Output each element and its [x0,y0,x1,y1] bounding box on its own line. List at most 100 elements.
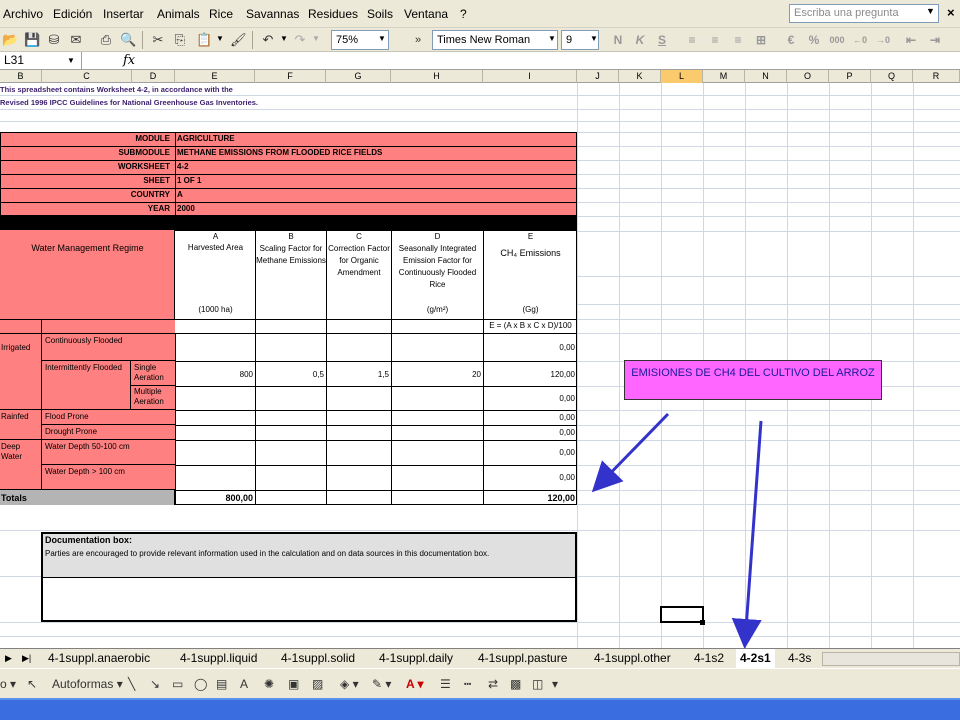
column-header-e[interactable]: E [175,70,255,83]
tab-scroll-first-icon[interactable]: ▶ [5,653,12,664]
column-header-d[interactable]: D [132,70,175,83]
tab-4-3s[interactable]: 4-3s [784,649,815,668]
line-icon[interactable]: ╲ [128,676,135,692]
chevron-down-icon[interactable]: ▼ [280,34,288,43]
column-header-o[interactable]: O [787,70,829,83]
thousands-icon[interactable]: 000 [828,32,846,48]
diagram-icon[interactable]: ✺ [264,676,274,692]
merge-center-icon[interactable]: ⊞ [752,32,770,48]
close-icon[interactable]: × [947,5,955,20]
help-question-input[interactable]: Escriba una pregunta [789,4,939,23]
column-header-h[interactable]: H [391,70,483,83]
tab-4-1s2[interactable]: 4-1s2 [690,649,728,668]
toolbar-options-icon[interactable]: ▾ [552,676,558,692]
undo-icon[interactable]: ↶ [260,32,276,48]
align-center-icon[interactable]: ≡ [706,32,724,48]
draw-menu-fragment[interactable]: o ▾ [0,676,16,692]
align-left-icon[interactable]: ≡ [683,32,701,48]
tab-4-1suppl-other[interactable]: 4-1suppl.other [590,649,675,668]
tab-4-1suppl-anaerobic[interactable]: 4-1suppl.anaerobic [44,649,154,668]
print-preview-icon[interactable]: 🔍 [120,32,136,48]
menu-insertar[interactable]: Insertar [103,7,144,21]
column-header-l[interactable]: L [661,70,703,83]
rectangle-icon[interactable]: ▭ [172,676,183,692]
line-color-icon[interactable]: ✎ ▾ [372,676,391,692]
shadow-icon[interactable]: ▩ [510,676,521,692]
column-header-i[interactable]: I [483,70,577,83]
column-header-g[interactable]: G [326,70,391,83]
bold-icon[interactable]: N [609,32,627,48]
insert-function-icon[interactable]: fx [123,53,135,68]
font-name-select[interactable]: Times New Roman [432,30,558,50]
increase-indent-icon[interactable]: ⇥ [926,32,944,48]
font-color-icon[interactable]: A ▾ [406,676,424,692]
3d-icon[interactable]: ◫ [532,676,543,692]
dash-style-icon[interactable]: ┅ [464,676,471,692]
chevron-down-icon[interactable]: ▼ [548,34,556,43]
tab-scroll-next-icon[interactable]: ▶| [22,653,31,664]
paste-icon[interactable]: 📋 [196,32,212,48]
column-header-k[interactable]: K [619,70,661,83]
arrow-style-icon[interactable]: ⇄ [488,676,498,692]
chevron-down-icon[interactable]: ▼ [590,34,598,43]
cut-icon[interactable]: ✂ [150,32,166,48]
chevron-down-icon[interactable]: ▼ [216,34,224,43]
currency-icon[interactable]: € [782,32,800,48]
autoformas-menu[interactable]: Autoformas ▾ [52,676,123,692]
line-style-icon[interactable]: ☰ [440,676,451,692]
column-header-n[interactable]: N [745,70,787,83]
clipart-icon[interactable]: ▣ [288,676,299,692]
increase-decimal-icon[interactable]: ←0 [851,32,869,48]
menu-animals[interactable]: Animals [157,7,200,21]
copy-icon[interactable]: ⎘ [172,32,188,48]
tab-4-1suppl-daily[interactable]: 4-1suppl.daily [375,649,457,668]
chevron-down-icon[interactable]: ▼ [312,34,320,43]
toolbar-options-icon[interactable]: » [410,32,426,48]
arrow-icon[interactable]: ↘ [150,676,160,692]
tab-4-2s1[interactable]: 4-2s1 [736,649,775,668]
italic-icon[interactable]: K [631,32,649,48]
fill-color-icon[interactable]: ◈ ▾ [340,676,359,692]
column-header-p[interactable]: P [829,70,871,83]
percent-icon[interactable]: % [805,32,823,48]
chevron-down-icon[interactable]: ▼ [926,6,935,16]
tab-4-1suppl-liquid[interactable]: 4-1suppl.liquid [176,649,261,668]
tab-4-1suppl-pasture[interactable]: 4-1suppl.pasture [474,649,571,668]
redo-icon[interactable]: ↷ [292,32,308,48]
save-icon[interactable]: 💾 [24,32,40,48]
horizontal-scrollbar[interactable] [822,652,960,666]
column-header-b[interactable]: B [0,70,42,83]
menu-soils[interactable]: Soils [367,7,393,21]
decrease-indent-icon[interactable]: ⇤ [902,32,920,48]
column-header-r[interactable]: R [913,70,960,83]
align-right-icon[interactable]: ≡ [729,32,747,48]
menu-savannas[interactable]: Savannas [246,7,299,21]
menu-ventana[interactable]: Ventana [404,7,448,21]
worksheet-grid[interactable]: This spreadsheet contains Worksheet 4-2,… [0,83,960,648]
chevron-down-icon[interactable]: ▼ [378,34,386,43]
column-header-m[interactable]: M [703,70,745,83]
open-folder-icon[interactable]: 📂 [2,32,18,48]
oval-icon[interactable]: ◯ [194,676,207,692]
chevron-down-icon[interactable]: ▼ [67,56,75,65]
format-painter-icon[interactable]: 🖌 [230,32,247,48]
column-header-c[interactable]: C [42,70,132,83]
select-pointer-icon[interactable]: ↖ [27,676,37,692]
print-icon[interactable]: ⎙ [98,32,114,48]
column-header-q[interactable]: Q [871,70,913,83]
menu-edicion[interactable]: Edición [53,7,92,21]
menu-residues[interactable]: Residues [308,7,358,21]
menu-help[interactable]: ? [460,7,467,21]
picture-icon[interactable]: ▨ [312,676,323,692]
decrease-decimal-icon[interactable]: →0 [874,32,892,48]
textbox-icon[interactable]: ▤ [216,676,227,692]
tab-4-1suppl-solid[interactable]: 4-1suppl.solid [277,649,359,668]
menu-rice[interactable]: Rice [209,7,233,21]
menu-archivo[interactable]: Archivo [3,7,43,21]
column-header-f[interactable]: F [255,70,326,83]
column-header-j[interactable]: J [577,70,619,83]
wordart-icon[interactable]: A [240,676,248,692]
underline-icon[interactable]: S [653,32,671,48]
email-icon[interactable]: ✉ [68,32,84,48]
permission-icon[interactable]: ⛁ [46,32,62,48]
